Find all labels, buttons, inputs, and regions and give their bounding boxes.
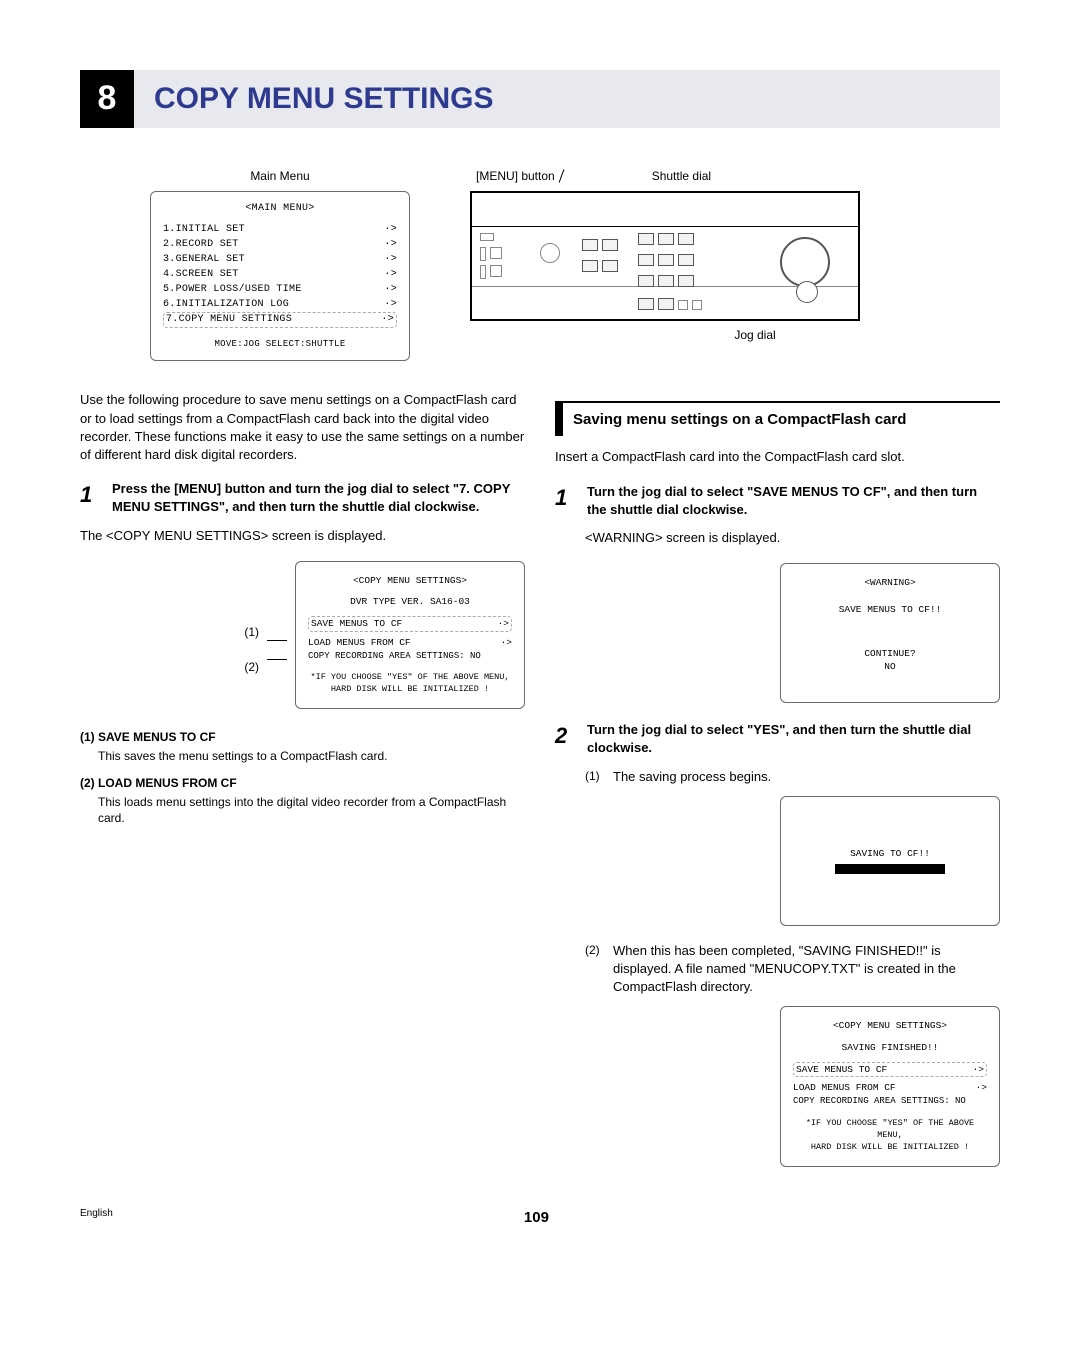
progress-bar-icon	[835, 864, 945, 874]
osd-copyarea: COPY RECORDING AREA SETTINGS: NO	[308, 650, 512, 663]
subsection-title: Saving menu settings on a CompactFlash c…	[573, 409, 990, 430]
chapter-header: 8 COPY MENU SETTINGS	[80, 70, 1000, 128]
footer-language: English	[80, 1207, 113, 1228]
osd-item-label: LOAD MENUS FROM CF	[308, 636, 411, 650]
osd-warn-2: HARD DISK WILL BE INITIALIZED !	[793, 1142, 987, 1154]
osd-warn-1: *IF YOU CHOOSE "YES" OF THE ABOVE MENU,	[308, 672, 512, 684]
menu-item-label: 5.POWER LOSS/USED TIME	[163, 282, 302, 297]
osd-warn-2: HARD DISK WILL BE INITIALIZED !	[308, 684, 512, 696]
insert-cf-text: Insert a CompactFlash card into the Comp…	[555, 448, 1000, 466]
osd-no: NO	[793, 660, 987, 673]
saving-osd: SAVING TO CF!!	[780, 796, 1000, 926]
osd-copyarea: COPY RECORDING AREA SETTINGS: NO	[793, 1095, 987, 1108]
callout-2: (2)	[244, 659, 259, 676]
osd-title: <COPY MENU SETTINGS>	[793, 1019, 987, 1032]
osd-continue: CONTINUE?	[793, 647, 987, 660]
menu-item-label: 4.SCREEN SET	[163, 267, 239, 282]
osd-item-label: LOAD MENUS FROM CF	[793, 1081, 896, 1095]
arrow-icon: ·>	[384, 267, 397, 282]
step-number: 2	[555, 721, 577, 757]
step-number: 1	[80, 480, 102, 516]
right-column: Saving menu settings on a CompactFlash c…	[555, 391, 1000, 1166]
osd-line: 6.INITIALIZATION LOG ·>	[163, 297, 397, 312]
left-column: Use the following procedure to save menu…	[80, 391, 525, 1166]
def-2-body: This loads menu settings into the digita…	[80, 794, 525, 828]
subsection-bar: Saving menu settings on a CompactFlash c…	[555, 401, 1000, 436]
osd-title: <WARNING>	[793, 576, 987, 589]
diagram-row: Main Menu <MAIN MENU> 1.INITIAL SET ·> 2.…	[80, 168, 1000, 361]
step-number: 1	[555, 483, 577, 519]
substep-tag: (1)	[585, 768, 613, 786]
menu-item-label: 6.INITIALIZATION LOG	[163, 297, 289, 312]
step-text: Turn the jog dial to select "SAVE MENUS …	[587, 483, 1000, 519]
callout-1: (1)	[244, 624, 259, 641]
osd-finished: SAVING FINISHED!!	[793, 1041, 987, 1054]
def-2-head: (2) LOAD MENUS FROM CF	[80, 775, 525, 792]
step-aftertext: <WARNING> screen is displayed.	[585, 529, 1000, 547]
right-step-1: 1 Turn the jog dial to select "SAVE MENU…	[555, 483, 1000, 519]
osd-title: <COPY MENU SETTINGS>	[308, 574, 512, 587]
right-step-2: 2 Turn the jog dial to select "YES", and…	[555, 721, 1000, 757]
arrow-icon: ·>	[384, 252, 397, 267]
arrow-icon: ·>	[381, 313, 394, 327]
device-front-panel	[470, 191, 860, 321]
copy-menu-osd: <COPY MENU SETTINGS> DVR TYPE VER. SA16-…	[295, 561, 525, 710]
saving-text: SAVING TO CF!!	[793, 847, 987, 860]
step-aftertext: The <COPY MENU SETTINGS> screen is displ…	[80, 527, 525, 545]
substep-tag: (2)	[585, 942, 613, 997]
osd-title: <MAIN MENU>	[163, 202, 397, 216]
arrow-icon: ·>	[384, 222, 397, 237]
osd-line: 4.SCREEN SET ·>	[163, 267, 397, 282]
osd-highlight: 7.COPY MENU SETTINGS ·>	[163, 312, 397, 328]
arrow-icon: ·>	[501, 636, 512, 650]
osd-line: 2.RECORD SET ·>	[163, 237, 397, 252]
osd-row-save: SAVE MENUS TO CF ·>	[308, 616, 512, 631]
page-number: 109	[524, 1207, 549, 1228]
shuttle-dial-icon	[780, 237, 830, 287]
osd-item-label: SAVE MENUS TO CF	[796, 1063, 887, 1076]
substep-text: The saving process begins.	[613, 768, 771, 786]
chapter-number: 8	[80, 70, 134, 128]
arrow-icon: ·>	[384, 297, 397, 312]
def-1-body: This saves the menu settings to a Compac…	[80, 748, 525, 765]
arrow-icon: ·>	[384, 237, 397, 252]
arrow-icon: ·>	[498, 617, 509, 630]
step-1: 1 Press the [MENU] button and turn the j…	[80, 480, 525, 516]
def-1-head: (1) SAVE MENUS TO CF	[80, 729, 525, 746]
arrow-icon: ·>	[976, 1081, 987, 1095]
osd-line: 5.POWER LOSS/USED TIME ·>	[163, 282, 397, 297]
shuttle-dial-label: Shuttle dial	[652, 168, 711, 185]
step-text: Turn the jog dial to select "YES", and t…	[587, 721, 1000, 757]
arrow-icon: ·>	[384, 282, 397, 297]
menu-item-label: 3.GENERAL SET	[163, 252, 245, 267]
page-footer: English 109	[80, 1207, 1000, 1228]
osd-row-load: LOAD MENUS FROM CF ·>	[793, 1081, 987, 1095]
osd-line: 1.INITIAL SET ·>	[163, 222, 397, 237]
menu-item-label: 1.INITIAL SET	[163, 222, 245, 237]
main-menu-caption: Main Menu	[150, 168, 410, 185]
main-menu-osd: <MAIN MENU> 1.INITIAL SET ·> 2.RECORD SET…	[150, 191, 410, 362]
jog-dial-icon	[796, 281, 818, 303]
osd-warn-1: *IF YOU CHOOSE "YES" OF THE ABOVE MENU,	[793, 1118, 987, 1142]
menu-item-label: 7.COPY MENU SETTINGS	[166, 313, 292, 327]
osd-item-label: SAVE MENUS TO CF	[311, 617, 402, 630]
menu-button-label: [MENU] button	[476, 168, 555, 185]
osd-version: DVR TYPE VER. SA16-03	[308, 595, 512, 608]
osd-line: 3.GENERAL SET ·>	[163, 252, 397, 267]
osd-row-load: LOAD MENUS FROM CF ·>	[308, 636, 512, 650]
osd-row-save: SAVE MENUS TO CF ·>	[793, 1062, 987, 1077]
osd-warn-line: SAVE MENUS TO CF!!	[793, 603, 987, 616]
jog-dial-label: Jog dial	[650, 327, 860, 344]
intro-paragraph: Use the following procedure to save menu…	[80, 391, 525, 464]
finished-osd: <COPY MENU SETTINGS> SAVING FINISHED!! S…	[780, 1006, 1000, 1166]
warning-osd: <WARNING> SAVE MENUS TO CF!! CONTINUE? N…	[780, 563, 1000, 703]
osd-footer: MOVE:JOG SELECT:SHUTTLE	[163, 338, 397, 351]
substep-text: When this has been completed, "SAVING FI…	[613, 942, 1000, 997]
step-text: Press the [MENU] button and turn the jog…	[112, 480, 525, 516]
arrow-icon: ·>	[973, 1063, 984, 1076]
menu-item-label: 2.RECORD SET	[163, 237, 239, 252]
chapter-title: COPY MENU SETTINGS	[134, 70, 1000, 128]
